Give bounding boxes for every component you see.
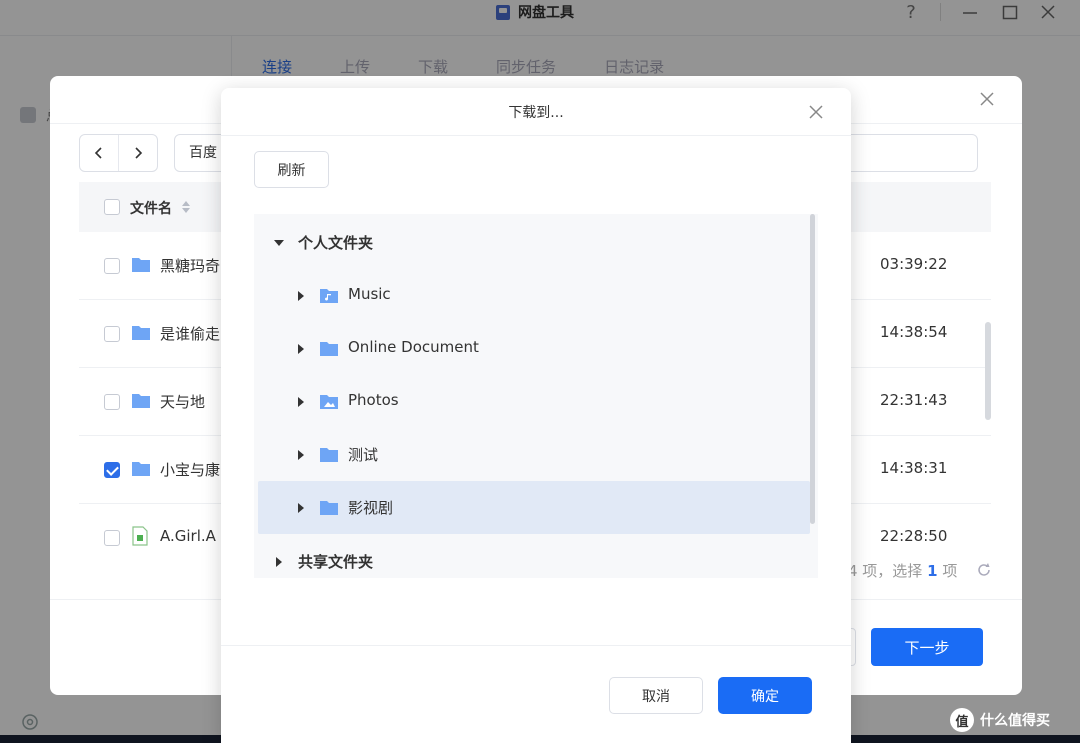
dialog-header: 下载到... [221,88,851,136]
music-folder-icon [320,289,338,303]
scrollbar[interactable] [810,214,815,524]
chevron-right-icon [135,147,143,159]
tree-label: 影视剧 [348,499,394,517]
stats-selected-count: 1 [927,562,938,580]
caret-right-icon[interactable] [296,291,306,301]
refresh-button[interactable]: 刷新 [254,151,329,188]
caret-right-icon[interactable] [296,344,306,354]
file-time: 14:38:31 [880,459,948,477]
file-time: 22:28:50 [880,527,948,545]
selection-stats: 4 项，选择 1 项 [848,560,957,581]
folder-icon [320,342,338,356]
tree-label: Online Document [348,338,479,356]
row-checkbox[interactable] [104,326,120,342]
file-name: 黑糖玛奇 [160,257,221,275]
photo-folder-icon [320,395,338,409]
row-checkbox-checked[interactable] [104,462,120,478]
row-checkbox[interactable] [104,258,120,274]
dialog-title: 下载到... [508,105,564,121]
confirm-button[interactable]: 确定 [718,677,812,714]
folder-icon [132,394,150,408]
refresh-icon[interactable] [976,562,992,578]
close-icon[interactable] [805,101,827,123]
column-header-name[interactable]: 文件名 [130,198,172,218]
folder-tree: 个人文件夹 Music Online Document Photos 测试 影视… [254,214,818,578]
watermark-text: 什么值得买 [980,713,1050,729]
tree-node-test[interactable]: 测试 [254,428,810,481]
row-checkbox[interactable] [104,530,120,546]
select-all-checkbox[interactable] [104,199,120,215]
folder-icon [320,448,338,462]
sort-icon[interactable] [181,200,191,214]
caret-down-icon[interactable] [274,238,284,248]
caret-right-icon[interactable] [296,397,306,407]
tree-node-online-document[interactable]: Online Document [254,322,810,375]
watermark-logo: 值 [950,708,974,732]
watermark: 值 什么值得买 [950,708,1050,732]
file-name: 小宝与康 [160,461,221,479]
footer-divider [221,645,851,646]
chevron-left-icon [94,147,102,159]
caret-right-icon[interactable] [296,450,306,460]
close-icon[interactable] [976,88,998,110]
next-step-button[interactable]: 下一步 [871,628,983,666]
folder-icon [320,501,338,515]
tree-label: 个人文件夹 [298,234,374,252]
tree-label: Music [348,285,391,303]
tree-label: Photos [348,391,399,409]
back-button[interactable] [80,135,118,171]
caret-right-icon[interactable] [296,503,306,513]
folder-icon [132,258,150,272]
folder-icon [132,462,150,476]
video-file-icon [132,526,148,546]
tree-node-music[interactable]: Music [254,269,810,322]
scrollbar[interactable] [985,322,991,420]
tree-label: 测试 [348,446,379,464]
file-name: A.Girl.A [160,527,216,545]
forward-button[interactable] [118,135,157,171]
nav-buttons [79,134,158,172]
tree-node-shared[interactable]: 共享文件夹 [254,535,810,578]
tree-label: 共享文件夹 [298,553,374,571]
tree-node-personal[interactable]: 个人文件夹 [254,216,810,269]
tree-node-photos[interactable]: Photos [254,375,810,428]
file-name: 是谁偷走 [160,325,221,343]
download-to-dialog: 下载到... 刷新 个人文件夹 Music Online Document Ph… [221,88,851,743]
tree-node-videos-selected[interactable]: 影视剧 [258,481,810,534]
stats-suffix: 项 [942,562,958,580]
stats-prefix: 4 项，选择 [848,562,923,580]
cancel-button[interactable]: 取消 [609,677,703,714]
caret-right-icon[interactable] [274,557,284,567]
file-time: 22:31:43 [880,391,948,409]
file-name: 天与地 [160,393,206,411]
file-time: 14:38:54 [880,323,948,341]
folder-icon [132,326,150,340]
row-checkbox[interactable] [104,394,120,410]
file-time: 03:39:22 [880,255,948,273]
